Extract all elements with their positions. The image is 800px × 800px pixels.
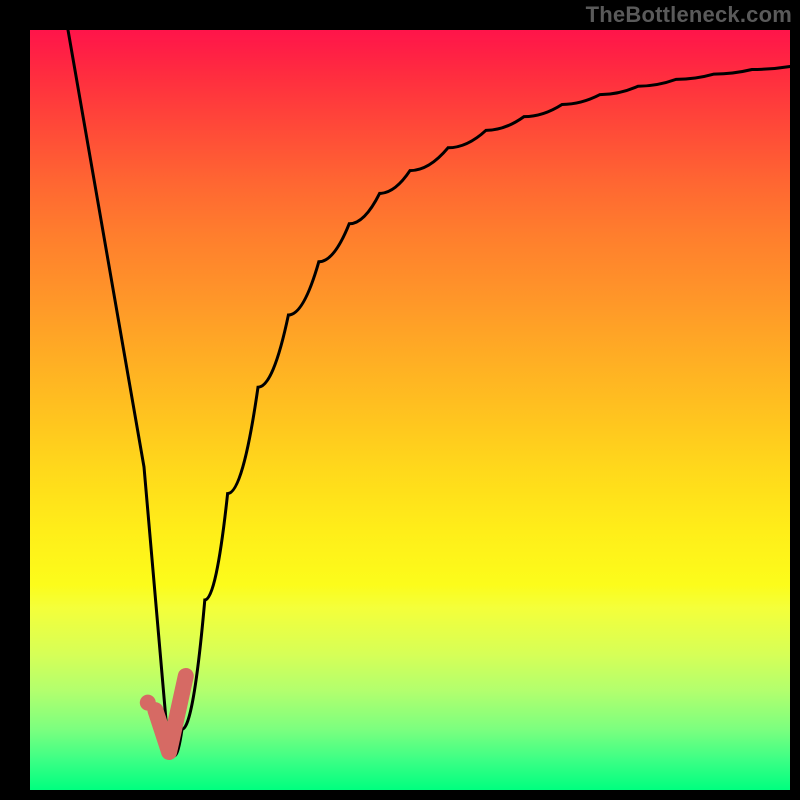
optimum-dot-marker — [140, 695, 156, 711]
curve-left-branch — [68, 30, 167, 729]
curve-right-branch — [167, 66, 790, 755]
watermark: TheBottleneck.com — [586, 2, 792, 28]
chart-container: TheBottleneck.com — [0, 0, 800, 800]
plot-area — [30, 30, 790, 790]
plot-svg — [30, 30, 790, 790]
